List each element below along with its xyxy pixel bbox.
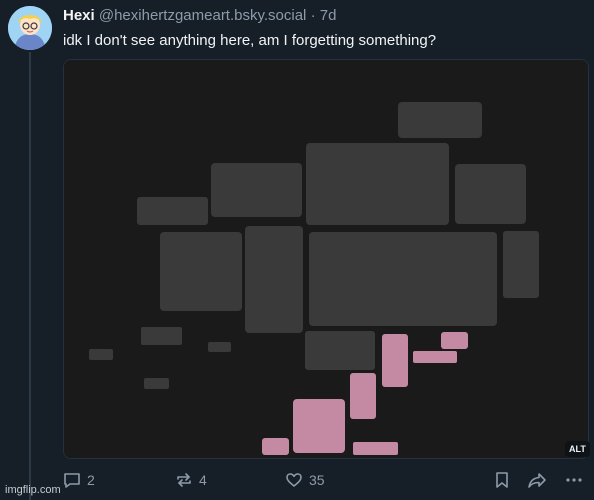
thread-line [29, 52, 31, 500]
alt-badge[interactable]: ALT [565, 441, 590, 457]
like-button[interactable]: 35 [285, 469, 325, 491]
highlighted-block [262, 438, 289, 455]
highlighted-block [413, 351, 457, 363]
avatar-image [8, 6, 52, 50]
highlighted-block [353, 442, 398, 455]
post-timestamp[interactable]: 7d [320, 7, 337, 24]
repost-button[interactable]: 4 [175, 469, 207, 491]
dark-block [503, 231, 539, 298]
dark-block [306, 143, 449, 225]
post-actions: 2 4 35 [63, 469, 589, 491]
dark-block [208, 342, 231, 352]
dark-block [137, 197, 208, 225]
like-count: 35 [309, 472, 325, 488]
author-handle[interactable]: @hexihertzgameart.bsky.social [99, 7, 307, 24]
repost-count: 4 [199, 472, 207, 488]
highlighted-block [441, 332, 468, 349]
heart-icon [285, 471, 303, 489]
bookmark-button[interactable] [493, 469, 511, 491]
reply-button[interactable]: 2 [63, 469, 95, 491]
avatar[interactable] [8, 6, 52, 50]
share-icon [527, 471, 547, 489]
dark-block [211, 163, 302, 217]
post-text: idk I don't see anything here, am I forg… [63, 32, 437, 49]
dark-block [309, 232, 497, 326]
reply-icon [63, 471, 81, 489]
post-image[interactable] [63, 59, 589, 459]
author-name[interactable]: Hexi [63, 7, 95, 24]
highlighted-block [293, 399, 345, 453]
more-options-button[interactable] [565, 469, 583, 491]
post-header: Hexi @hexihertzgameart.bsky.social · 7d [63, 7, 336, 25]
dark-block [160, 232, 242, 311]
share-button[interactable] [527, 469, 547, 491]
dark-block [144, 378, 169, 389]
dark-block [141, 327, 182, 345]
dark-block [398, 102, 482, 138]
dark-block [305, 331, 375, 370]
more-options-icon [565, 471, 583, 489]
dark-block [245, 226, 303, 333]
map-blocks-image [64, 60, 588, 458]
dark-block [89, 349, 113, 360]
reply-count: 2 [87, 472, 95, 488]
dark-block [455, 164, 526, 224]
highlighted-block [350, 373, 376, 419]
imgflip-watermark: imgflip.com [5, 484, 61, 496]
highlighted-block [382, 334, 408, 387]
header-separator: · [310, 7, 316, 24]
bookmark-icon [493, 471, 511, 489]
repost-icon [175, 471, 193, 489]
